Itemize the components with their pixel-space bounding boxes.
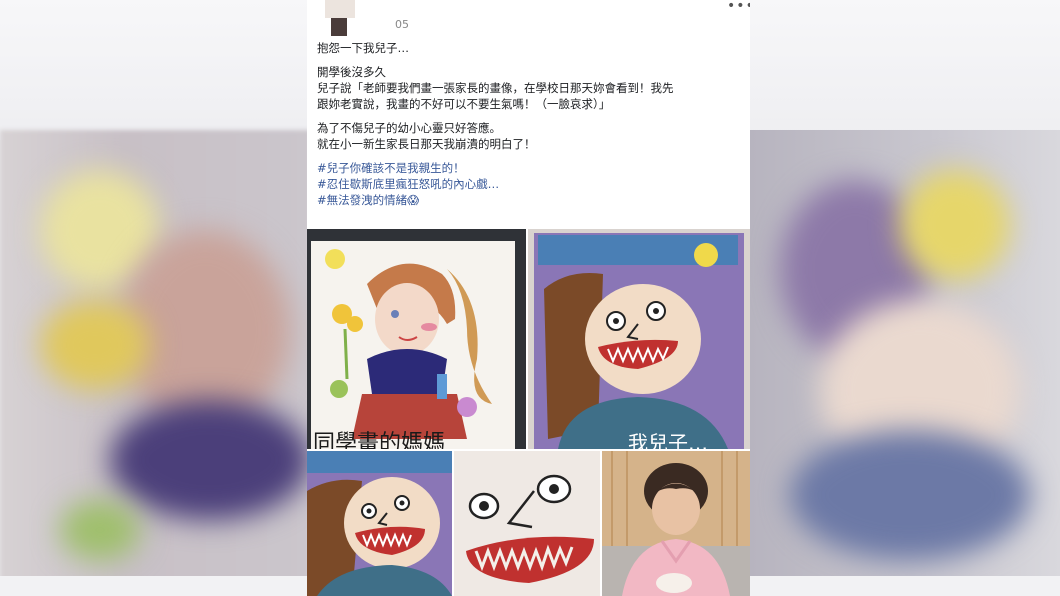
drawing-closeup-art bbox=[307, 451, 452, 596]
post-timestamp[interactable]: 05 bbox=[395, 18, 409, 31]
hashtag-link[interactable]: #無法發洩的情緒😱 bbox=[317, 192, 742, 208]
photo-son-drawing[interactable]: 我兒子… bbox=[528, 229, 750, 449]
post-line: 跟妳老實說，我畫的不好可以不要生氣嗎！（一臉哀求）」 bbox=[317, 97, 611, 111]
hashtag-link[interactable]: #兒子你確該不是我親生的！ bbox=[317, 160, 742, 176]
boy-photo-art bbox=[602, 451, 750, 596]
son-drawing-art bbox=[528, 229, 750, 449]
social-post: 05 ••• 抱怨一下我兒子… 開學後沒多久 兒子說「老師要我們畫一張家長的畫像… bbox=[307, 0, 750, 596]
blur-blob bbox=[790, 430, 1030, 560]
photo-face-closeup[interactable] bbox=[454, 451, 600, 596]
face-closeup-art bbox=[454, 451, 600, 596]
blur-blob bbox=[110, 400, 310, 520]
photo-classmate-drawing[interactable]: 同學畫的媽媽 bbox=[307, 229, 526, 449]
classmate-drawing-art bbox=[307, 229, 526, 449]
post-line: 兒子說「老師要我們畫一張家長的畫像，在學校日那天妳會看到！我先 bbox=[317, 81, 674, 95]
blur-blob bbox=[40, 300, 150, 390]
blur-blob bbox=[60, 500, 140, 560]
post-line: 為了不傷兒子的幼小心靈只好答應。 bbox=[317, 121, 501, 135]
hashtag-link[interactable]: #忍住歇斯底里瘋狂怒吼的內心戲… bbox=[317, 176, 742, 192]
post-line: 抱怨一下我兒子… bbox=[317, 41, 409, 55]
son-drawing-caption: 我兒子… bbox=[628, 431, 708, 449]
more-options-button[interactable]: ••• bbox=[727, 0, 750, 14]
post-line: 開學後沒多久 bbox=[317, 65, 386, 79]
avatar[interactable] bbox=[319, 0, 359, 36]
post-line: 就在小一新生家長日那天我崩潰的明白了！ bbox=[317, 137, 536, 151]
photo-boy[interactable] bbox=[602, 451, 750, 596]
blur-blob bbox=[900, 170, 1010, 280]
post-body: 抱怨一下我兒子… 開學後沒多久 兒子說「老師要我們畫一張家長的畫像，在學校日那天… bbox=[317, 40, 742, 208]
classmate-drawing-caption: 同學畫的媽媽 bbox=[313, 431, 446, 449]
photo-drawing-closeup[interactable] bbox=[307, 451, 452, 596]
